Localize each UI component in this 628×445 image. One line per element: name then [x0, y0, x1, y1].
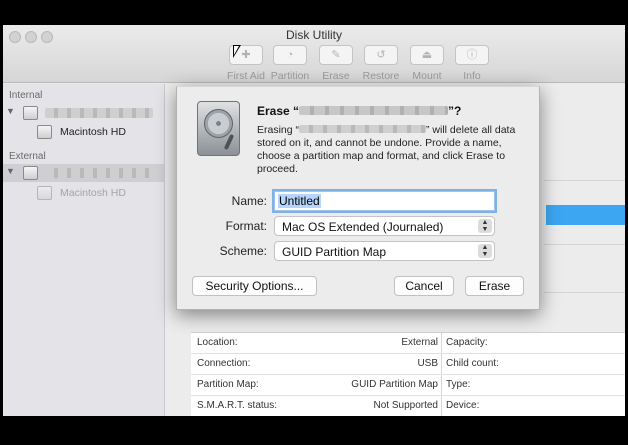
dialog-message-prefix: Erasing “: [257, 124, 300, 136]
erase-dialog: Erase “ ”? Erasing “” will delete all dat…: [176, 86, 540, 310]
disclosure-triangle-icon[interactable]: ▼: [6, 106, 15, 116]
format-select[interactable]: Mac OS Extended (Journaled) ▲ ▼: [274, 216, 495, 236]
column-divider: [441, 396, 442, 416]
sidebar-item-label: Macintosh HD: [60, 187, 126, 199]
toolbar-label: First Aid: [227, 70, 265, 82]
external-disk-icon: [23, 166, 38, 180]
cancel-button[interactable]: Cancel: [394, 276, 454, 296]
toolbar-label: Restore: [362, 70, 400, 82]
sidebar-item-external-volume[interactable]: Macintosh HD: [3, 184, 164, 202]
info-value: External: [401, 337, 438, 348]
divider: [544, 292, 625, 293]
table-row: Location: External Capacity:: [191, 333, 625, 354]
updown-chevron-icon: ▲ ▼: [478, 244, 492, 258]
security-options-button[interactable]: Security Options...: [192, 276, 317, 296]
sidebar-item-external-disk[interactable]: ▼: [3, 164, 164, 182]
format-value: Mac OS Extended (Journaled): [282, 220, 444, 234]
table-row: S.M.A.R.T. status: Not Supported Device:: [191, 396, 625, 416]
info-icon: ⓘ: [455, 45, 489, 65]
column-divider: [441, 333, 442, 353]
sidebar-section-external: External: [9, 151, 46, 162]
disk-platter: [204, 109, 233, 138]
dialog-title-prefix: Erase “: [257, 104, 300, 118]
table-row: Connection: USB Child count:: [191, 354, 625, 375]
title-bar: Disk Utility ✚ First Aid ◔ Partition ✎ E…: [3, 25, 625, 83]
erase-icon: ✎: [319, 45, 353, 65]
dialog-title-suffix: ”?: [448, 104, 462, 118]
disk-arm: [223, 133, 235, 151]
hard-disk-icon: [23, 106, 38, 120]
name-input-value: Untitled: [278, 194, 321, 208]
name-input[interactable]: Untitled: [272, 189, 497, 213]
restore-icon: ↺: [364, 45, 398, 65]
format-label: Format:: [225, 219, 267, 233]
disclosure-triangle-icon[interactable]: ▼: [6, 166, 15, 176]
toolbar-partition[interactable]: ◔ Partition: [265, 45, 315, 82]
divider: [544, 244, 625, 245]
table-row: Partition Map: GUID Partition Map Type:: [191, 375, 625, 396]
info-table: Location: External Capacity: Connection:…: [191, 332, 625, 416]
toolbar-info[interactable]: ⓘ Info: [447, 45, 497, 82]
redacted-disk-name: [299, 125, 427, 133]
updown-chevron-icon: ▲ ▼: [478, 219, 492, 233]
info-value: Not Supported: [373, 400, 439, 411]
toolbar-label: Partition: [270, 70, 310, 82]
info-label: Partition Map:: [197, 379, 259, 390]
toolbar-label: Mount: [412, 70, 442, 82]
sidebar-section-internal: Internal: [9, 90, 43, 101]
window-title: Disk Utility: [286, 28, 342, 42]
info-label: Child count:: [446, 358, 499, 369]
info-label: Device:: [446, 400, 480, 411]
column-divider: [441, 354, 442, 374]
name-label: Name:: [231, 194, 267, 208]
info-label: Location:: [197, 337, 238, 348]
sidebar: Internal ▼ Macintosh HD External ▼ Macin…: [3, 84, 165, 416]
erase-button[interactable]: Erase: [465, 276, 524, 296]
info-label: Connection:: [197, 358, 251, 369]
column-divider: [441, 375, 442, 395]
dialog-title: Erase “ ”?: [257, 104, 461, 118]
partition-icon: ◔: [273, 45, 307, 65]
volume-icon: [37, 125, 52, 139]
sidebar-item-internal-disk[interactable]: ▼: [3, 104, 164, 122]
toolbar-label: Erase: [322, 70, 350, 82]
info-label: Type:: [446, 379, 471, 390]
redacted-disk-name: [45, 168, 157, 178]
dialog-message: Erasing “” will delete all data stored o…: [257, 124, 525, 176]
info-label: Capacity:: [446, 337, 488, 348]
info-value: GUID Partition Map: [351, 379, 438, 390]
usage-bar: [546, 205, 625, 225]
sidebar-item-label: Macintosh HD: [60, 126, 126, 138]
mount-icon: ⏏: [410, 45, 444, 65]
info-label: S.M.A.R.T. status:: [197, 400, 278, 411]
toolbar-mount[interactable]: ⏏ Mount: [402, 45, 452, 82]
scheme-select[interactable]: GUID Partition Map ▲ ▼: [274, 241, 495, 261]
divider: [544, 180, 625, 181]
volume-icon: [37, 186, 52, 200]
redacted-disk-name: [299, 106, 449, 115]
hard-disk-icon: [197, 101, 240, 156]
redacted-disk-name: [45, 108, 153, 118]
toolbar-first-aid[interactable]: ✚ First Aid: [221, 45, 271, 82]
scheme-label: Scheme:: [219, 244, 267, 258]
toolbar-restore[interactable]: ↺ Restore: [356, 45, 406, 82]
toolbar-label: Info: [463, 70, 481, 82]
scheme-value: GUID Partition Map: [282, 245, 387, 259]
toolbar-erase[interactable]: ✎ Erase: [311, 45, 361, 82]
info-value: USB: [417, 358, 438, 369]
sidebar-item-internal-volume[interactable]: Macintosh HD: [3, 123, 164, 141]
mouse-pointer-icon: [233, 45, 241, 58]
